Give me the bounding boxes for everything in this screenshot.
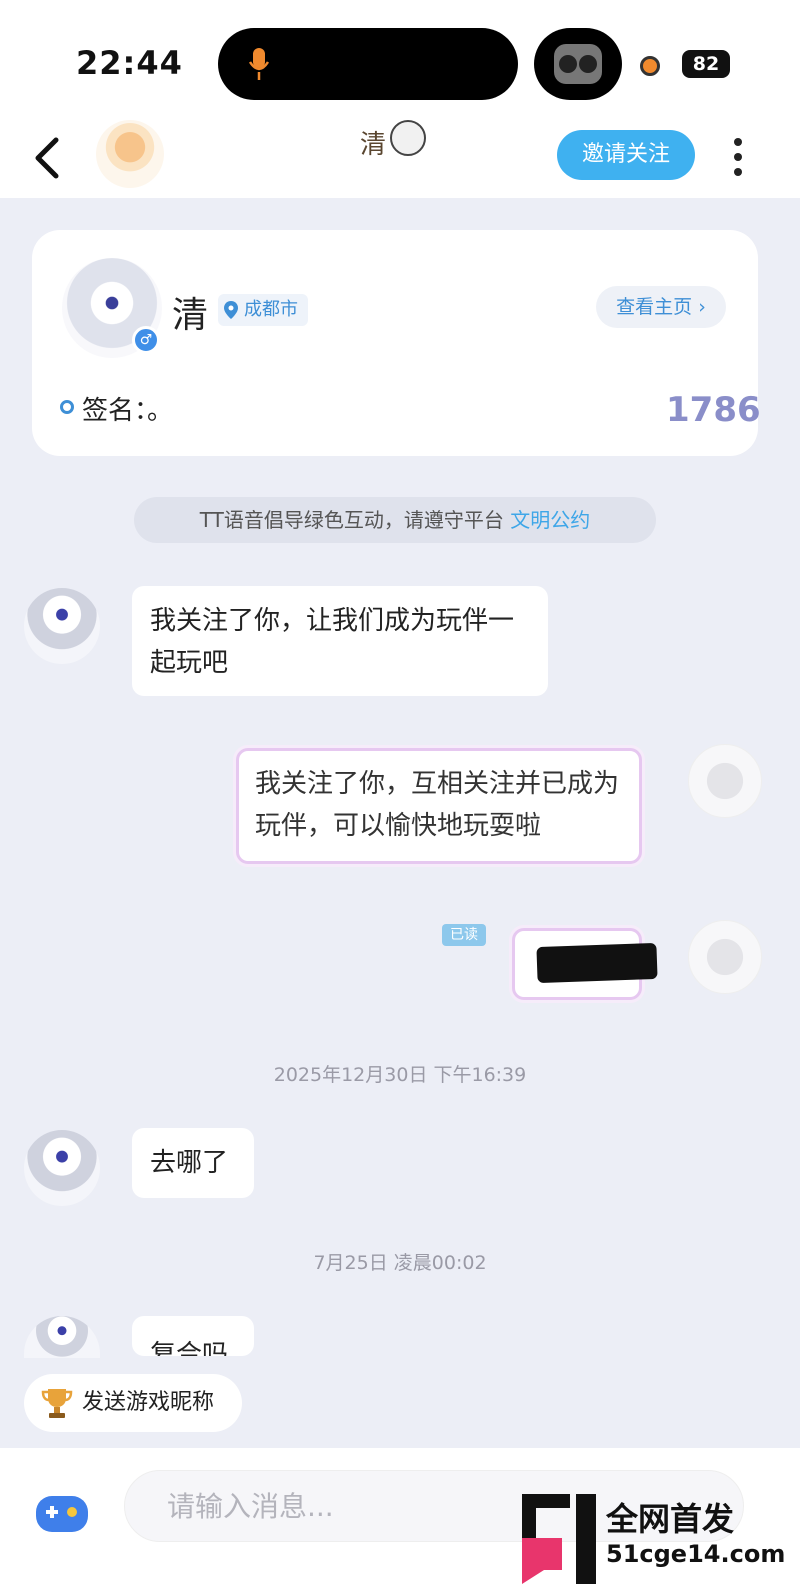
message-bubble-incoming[interactable]: 去哪了 — [132, 1128, 254, 1198]
dynamic-island — [218, 28, 518, 100]
sender-avatar[interactable] — [24, 588, 100, 664]
message-timestamp: 2025年12月30日 下午16:39 — [273, 1064, 527, 1086]
sender-avatar[interactable] — [24, 1316, 100, 1358]
location-text: 成都市 — [244, 299, 298, 320]
send-nickname-label: 发送游戏昵称 — [82, 1390, 215, 1415]
male-gender-icon: ♂ — [132, 326, 160, 354]
message-bubble-incoming[interactable]: 我关注了你，让我们成为玩伴一起玩吧 — [132, 586, 548, 696]
self-avatar[interactable] — [688, 744, 762, 818]
message-bubble-outgoing-redacted[interactable] — [512, 928, 658, 1000]
watermark-title: 全网首发 — [606, 1500, 735, 1538]
signature-bullet-icon — [60, 400, 74, 414]
location-pin-icon — [224, 301, 238, 319]
view-homepage-button[interactable]: 查看主页 › — [596, 286, 726, 328]
watermark-logo-icon — [522, 1494, 596, 1584]
watermark-domain: 51cge14.com — [606, 1540, 786, 1568]
profile-name: 清 — [172, 295, 209, 336]
profile-signature: 签名：。 — [82, 396, 174, 426]
send-game-nickname-button[interactable]: 发送游戏昵称 — [24, 1374, 242, 1432]
status-time: 22:44 — [76, 44, 183, 82]
battery-indicator: 82 — [682, 50, 730, 78]
self-avatar[interactable] — [688, 920, 762, 994]
message-timestamp: 7月25日 凌晨00:02 — [313, 1252, 487, 1274]
back-arrow-icon[interactable] — [26, 130, 72, 186]
sender-avatar[interactable] — [24, 1130, 100, 1206]
more-options-icon[interactable] — [726, 134, 750, 180]
notice-text: TT语音倡导绿色互动，请遵守平台 — [199, 508, 511, 532]
location-tag: 成都市 — [218, 294, 308, 326]
gamepad-icon[interactable] — [32, 1482, 92, 1542]
profile-number: 1786 — [666, 390, 761, 430]
invite-follow-button[interactable]: 邀请关注 — [557, 130, 695, 180]
chat-header: 清 邀请关注 — [0, 120, 800, 198]
camera-indicator — [534, 28, 622, 100]
status-bar: 22:44 82 — [0, 0, 800, 120]
message-bubble-incoming[interactable]: 复合吗 — [132, 1316, 254, 1356]
header-avatar[interactable] — [96, 120, 164, 188]
message-bubble-outgoing[interactable]: 我关注了你，互相关注并已成为玩伴，可以愉快地玩耍啦 — [236, 748, 642, 864]
level-badge-icon — [390, 120, 426, 156]
microphone-icon — [248, 48, 270, 80]
page-title: 清 — [360, 130, 387, 160]
profile-card: ♂ 清 成都市 查看主页 › 签名：。 1786 — [32, 230, 761, 456]
recording-dot-icon — [640, 56, 660, 76]
watermark: 全网首发 51cge14.com — [522, 1490, 800, 1588]
camera-icon — [554, 44, 602, 84]
read-status-badge: 已读 — [442, 924, 486, 946]
civility-convention-link[interactable]: 文明公约 — [510, 508, 590, 532]
platform-notice: TT语音倡导绿色互动，请遵守平台 文明公约 — [134, 497, 656, 543]
trophy-icon — [41, 1389, 73, 1418]
redaction-mark — [536, 942, 658, 984]
